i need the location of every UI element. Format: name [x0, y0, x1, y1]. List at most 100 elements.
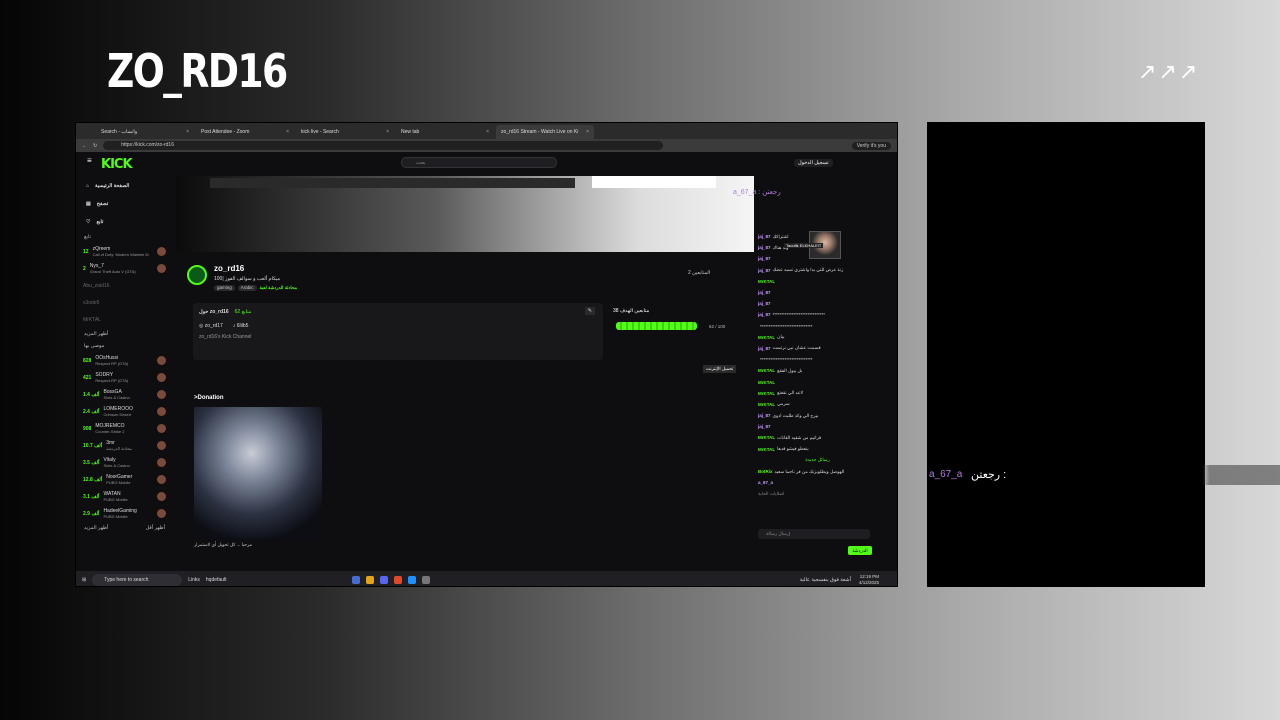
windows-icon[interactable]: ⊞ [82, 577, 86, 583]
tag[interactable]: Arabic [237, 285, 257, 291]
close-icon[interactable]: × [486, 129, 489, 135]
channel-item[interactable]: 3.1 ألف WATAN PUBG Mobile [76, 488, 173, 505]
chat-user[interactable]: MrKTAL [758, 380, 775, 385]
weather-widget[interactable]: أشعة فوق بنفسجية عالية [800, 577, 851, 583]
channel-item[interactable]: 1.4 ألف BossGA Slots & Casino [76, 386, 173, 403]
chat-user[interactable]: jaj_87 [758, 290, 771, 295]
chat-user[interactable]: jaj_87 [758, 413, 771, 418]
channel-item[interactable]: 2.9 ألف HadeelGaming PUBG Mobile [76, 505, 173, 522]
chat-user[interactable]: BotRix [758, 469, 773, 474]
show-more-link[interactable]: أظهر المزيد [84, 525, 108, 531]
video-player[interactable] [176, 176, 754, 252]
kick-logo[interactable]: KICK [101, 157, 133, 172]
overlay-text: رجعتن [762, 189, 781, 196]
instagram-link[interactable]: ◎ zo_rd17 [199, 323, 223, 329]
chat-user[interactable]: MrKTAL [758, 447, 775, 452]
arrows-icon: ↗↗↗ [1138, 60, 1200, 85]
channel-item[interactable]: 10.7 ألف 3mr محادثة الدردشة [76, 437, 173, 454]
channel-item[interactable]: Abu_zaid16 [76, 277, 173, 294]
clip-button[interactable]: تحميل الإنترنت [703, 365, 737, 373]
folder-icon[interactable] [366, 575, 375, 584]
edit-icon[interactable]: ✎ [584, 307, 595, 315]
tab-whatsapp[interactable]: Search - واتساب × [96, 125, 194, 139]
clock[interactable]: 12:19 PM 4/12/2025 [859, 574, 879, 586]
chat-user[interactable]: jaj_87 [758, 301, 771, 306]
verify-button[interactable]: Verify it's you [851, 141, 891, 150]
close-icon[interactable]: × [586, 129, 589, 135]
category-label[interactable]: محادثة الدردشة لعبة [260, 285, 298, 291]
channel-name: s3ode5 [83, 299, 100, 306]
avatar [157, 356, 166, 365]
chat-user[interactable]: jaj_87 [758, 234, 771, 239]
back-icon[interactable]: ← [82, 143, 87, 149]
avatar [157, 509, 166, 518]
menu-icon[interactable]: ≡ [87, 156, 92, 165]
pinned-file[interactable]: hqdefault [206, 577, 227, 583]
channel-item[interactable]: 3.5 ألف Vitaly Slots & Casino [76, 454, 173, 471]
channel-item[interactable]: 908 MOJREMCO Counter-Strike 2 [76, 420, 173, 437]
url-field[interactable]: https://kick.com/zo-rd16 [103, 141, 664, 150]
channel-item[interactable]: 2 Nyx_7 Grand Theft Auto V (GTA) [76, 260, 173, 277]
chat-user[interactable]: MrKTAL [758, 279, 775, 284]
sidebar-item-home[interactable]: ⌂ الصفحة الرئيسية [76, 177, 173, 195]
tab-kick-search[interactable]: kick live - Search × [296, 125, 394, 139]
tiktok-link[interactable]: ♪ 6lilb5 [233, 323, 249, 329]
channel-avatar[interactable] [187, 265, 207, 285]
channel-item[interactable]: 12 zQreem Call of Duty: Modern Warfare III [76, 243, 173, 260]
chat-user[interactable]: MrKTAL [758, 402, 775, 407]
links-toolbar[interactable]: Links [188, 577, 200, 583]
sidebar-item-browse[interactable]: ▤ تصفح [76, 195, 173, 213]
chat-user[interactable]: MrKTAL [758, 435, 775, 440]
tab-zoom[interactable]: Post Attendee - Zoom × [196, 125, 294, 139]
chat-text: بيرج الي وكذ طلبت ادوى [772, 412, 819, 418]
channel-name[interactable]: zo_rd16 [214, 264, 244, 273]
channel-item[interactable]: MrKTAL [76, 311, 173, 328]
browser-icon[interactable] [394, 575, 403, 584]
tab-kick-stream[interactable]: zo_rd16 Stream - Watch Live on Ki × [496, 125, 594, 139]
avatar [157, 264, 166, 273]
channel-item[interactable]: 828 OOsHussi Respect RP (GTA) [76, 352, 173, 369]
tab-new[interactable]: New tab × [396, 125, 494, 139]
close-icon[interactable]: × [386, 129, 389, 135]
refresh-icon[interactable]: ↻ [93, 143, 97, 149]
chat-user[interactable]: a_67_a [758, 480, 773, 485]
chat-user[interactable]: MrKTAL [758, 368, 775, 373]
channel-item[interactable]: s3ode5 [76, 294, 173, 311]
sidebar-item-label: تابع [96, 219, 104, 225]
tag[interactable]: gaming [214, 285, 235, 291]
show-more-link[interactable]: أظهر المزيد [76, 328, 173, 340]
channel-item[interactable]: 12.8 ألف NoorGamer PUBG Mobile [76, 471, 173, 488]
chat-user[interactable]: jaj_87 [758, 312, 771, 317]
close-icon[interactable]: × [186, 129, 189, 135]
viewer-count: 828 [83, 357, 92, 364]
app-icon[interactable] [352, 575, 361, 584]
send-chat-button[interactable]: الدردشة [848, 546, 872, 555]
search-input[interactable]: بحث [401, 157, 557, 168]
obs-icon[interactable] [422, 575, 431, 584]
chat-input[interactable]: إرسال رسالة [758, 529, 870, 539]
chat-message: BotRix الهوصل ويطلوبزنك من فر ناجما سعيد [754, 466, 877, 477]
emote-label: اضلايات الحابة [758, 490, 785, 496]
discord-icon[interactable] [380, 575, 389, 584]
tab-label: Search - واتساب [101, 129, 138, 135]
chat-user[interactable]: MrKTAL [758, 335, 775, 340]
chat-user[interactable]: jaj_87 [758, 245, 771, 250]
chat-message: MrKTAL سرمي [754, 399, 877, 410]
home-icon: ⌂ [86, 183, 90, 189]
taskbar-search[interactable]: Type here to search [92, 573, 183, 586]
chat-user[interactable]: jaj_87 [758, 424, 771, 429]
chat-user[interactable]: jaj_87 [758, 346, 771, 351]
chat-user[interactable]: jaj_87 [758, 256, 771, 261]
donation-image[interactable] [194, 407, 322, 539]
channel-category: PUBG Mobile [103, 514, 128, 519]
edge-icon[interactable] [408, 575, 417, 584]
close-icon[interactable]: × [286, 129, 289, 135]
login-button[interactable]: تسجيل الدخول [794, 159, 833, 167]
channel-item[interactable]: 2.4 ألف LOMEROOO Crimson Desert [76, 403, 173, 420]
chat-user[interactable]: MrKTAL [758, 391, 775, 396]
sidebar-item-following[interactable]: ♡ تابع [76, 213, 173, 231]
chat-user[interactable]: jaj_87 [758, 268, 771, 273]
channel-item[interactable]: 421 SODRY Respect RP (GTA) [76, 369, 173, 386]
viewer-count: 3.5 ألف [83, 459, 100, 466]
show-less-link[interactable]: أظهر أقل [146, 525, 165, 531]
